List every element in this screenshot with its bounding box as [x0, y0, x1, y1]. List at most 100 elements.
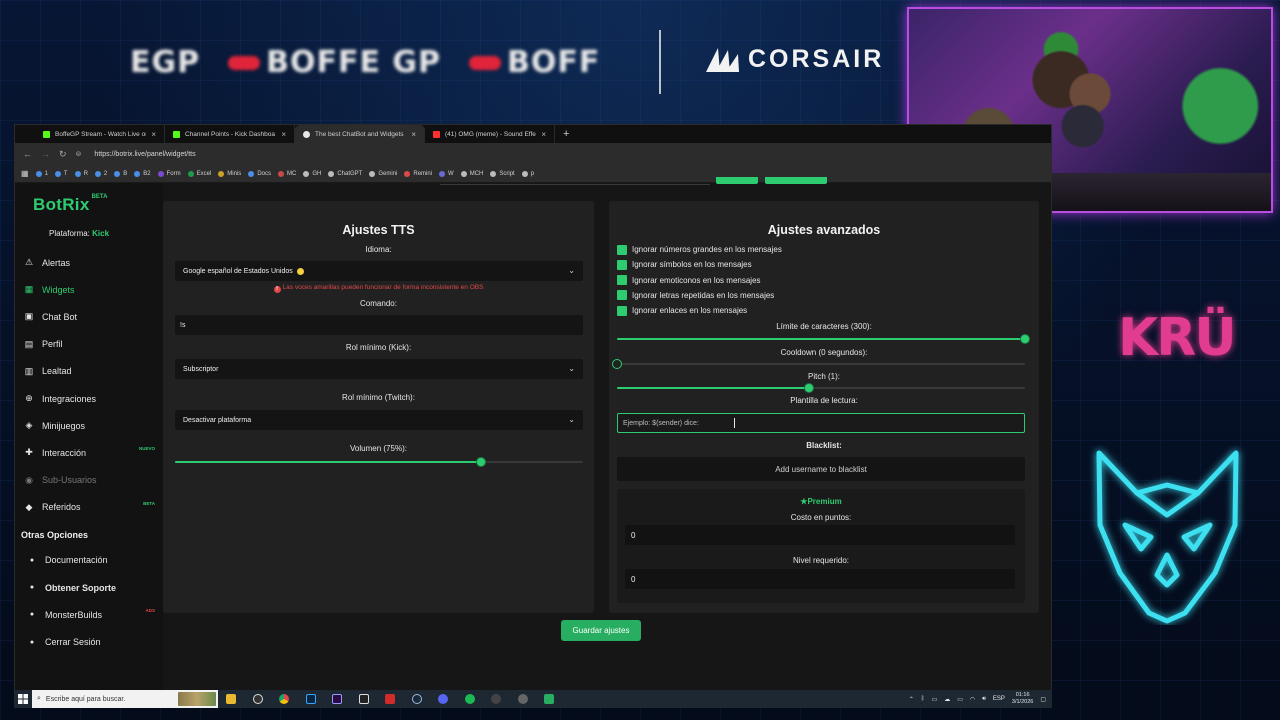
bookmark-item[interactable]: GH	[303, 170, 321, 177]
bookmark-item[interactable]: Docs	[248, 170, 271, 177]
volume-icon[interactable]: 🔊︎	[982, 696, 986, 703]
sidebar-item-lealtad[interactable]: ▥ Lealtad	[15, 358, 163, 385]
red-app-icon[interactable]	[377, 690, 404, 708]
windows-start-icon[interactable]	[14, 690, 32, 708]
taskbar-search[interactable]: ⌕ Escribe aquí para buscar.	[32, 690, 218, 708]
checkbox-checked-icon[interactable]	[617, 305, 627, 316]
ignore-option-checkbox[interactable]: Ignorar símbolos en los mensajes	[617, 259, 752, 270]
close-tab-icon[interactable]: ×	[541, 130, 546, 139]
browser-tab[interactable]: (41) OMG (meme) - Sound Effe ×	[425, 125, 555, 143]
sidebar-item-minijuegos[interactable]: ◈ Minijuegos	[15, 412, 163, 439]
slider-thumb[interactable]	[1020, 334, 1030, 344]
language-indicator[interactable]: ESP	[993, 696, 1005, 702]
top-green-button[interactable]	[716, 177, 758, 184]
bookmark-item[interactable]: Script	[490, 170, 515, 177]
bookmark-item[interactable]: MC	[277, 170, 296, 177]
sidebar-item-monsterbuilds[interactable]: ● MonsterBuilds ADS	[15, 601, 163, 628]
sidebar-item-integraciones[interactable]: ⊕ Integraciones	[15, 385, 163, 412]
premiere-icon[interactable]	[324, 690, 351, 708]
save-settings-button[interactable]: Guardar ajustes	[561, 620, 641, 641]
capcut-icon[interactable]	[351, 690, 378, 708]
cost-input[interactable]: 0	[625, 525, 1015, 545]
level-input[interactable]: 0	[625, 569, 1015, 589]
cooldown-slider[interactable]	[612, 359, 1025, 369]
checkbox-checked-icon[interactable]	[617, 275, 627, 286]
bookmark-item[interactable]: T	[54, 170, 68, 177]
template-input[interactable]: Ejemplo: $(sender) dice:	[617, 413, 1025, 433]
chrome-icon[interactable]	[271, 690, 298, 708]
sidebar-item-obtener-soporte[interactable]: ● Obtener Soporte	[15, 574, 163, 601]
sidebar-item-cerrar-sesion[interactable]: ● Cerrar Sesión	[15, 628, 163, 655]
close-tab-icon[interactable]: ×	[281, 130, 286, 139]
cloud-icon[interactable]: ☁	[944, 696, 950, 703]
photoshop-icon[interactable]	[298, 690, 325, 708]
wifi-icon[interactable]: ◠	[970, 696, 975, 703]
site-info-icon[interactable]: ⊜	[76, 150, 82, 158]
bookmark-item[interactable]: Gemini	[369, 170, 397, 177]
platform-indicator[interactable]: Plataforma: Kick	[49, 229, 109, 238]
app-icon[interactable]	[536, 690, 563, 708]
apps-grid-icon[interactable]: ▦	[21, 169, 29, 178]
network-icon[interactable]: ▭	[932, 696, 938, 703]
bookmark-item[interactable]: 1	[35, 170, 48, 177]
display-icon[interactable]: ▭	[957, 696, 963, 703]
bookmark-item[interactable]: p	[521, 170, 534, 177]
sidebar-item-documentacion[interactable]: ● Documentación	[15, 547, 163, 574]
ignore-option-checkbox[interactable]: Ignorar letras repetidas en los mensajes	[617, 290, 774, 301]
bookmark-item[interactable]: Form	[157, 170, 181, 177]
ignore-option-checkbox[interactable]: Ignorar enlaces en los mensajes	[617, 305, 747, 316]
command-input[interactable]: !s	[175, 315, 583, 335]
sidebar-item-widgets[interactable]: ▦ Widgets	[15, 276, 163, 303]
sidebar-item-perfil[interactable]: ▤ Perfil	[15, 331, 163, 358]
add-to-blacklist-button[interactable]: Add username to blacklist	[617, 457, 1025, 481]
bookmark-item[interactable]: Remini	[404, 170, 432, 177]
url-field[interactable]: https://botrix.live/panel/widget/tts	[94, 151, 195, 158]
bookmark-item[interactable]: 2	[94, 170, 107, 177]
sidebar-item-alertas[interactable]: ⚠ Alertas	[15, 249, 163, 276]
char-limit-slider[interactable]	[617, 334, 1030, 344]
close-tab-icon[interactable]: ×	[151, 130, 156, 139]
browser-tab[interactable]: Channel Points - Kick Dashboa ×	[165, 125, 295, 143]
twitch-role-select[interactable]: Desactivar plataforma ⌄	[175, 410, 583, 430]
slider-thumb[interactable]	[804, 383, 814, 393]
pitch-slider[interactable]	[617, 383, 1025, 393]
close-tab-icon[interactable]: ×	[411, 130, 416, 139]
file-explorer-icon[interactable]	[218, 690, 245, 708]
obs-icon[interactable]	[245, 690, 272, 708]
checkbox-checked-icon[interactable]	[617, 259, 627, 270]
back-arrow-icon[interactable]: ←	[23, 149, 32, 159]
kick-role-select[interactable]: Subscriptor ⌄	[175, 359, 583, 379]
browser-tab[interactable]: BoffeGP Stream - Watch Live on ×	[35, 125, 165, 143]
bookmark-item[interactable]: B	[114, 170, 127, 177]
ignore-option-checkbox[interactable]: Ignorar emoticonos en los mensajes	[617, 275, 761, 286]
ignore-option-checkbox[interactable]: Ignorar números grandes en los mensajes	[617, 244, 782, 255]
botrix-logo[interactable]: BotRix BETA	[33, 194, 107, 215]
sidebar-item-referidos[interactable]: ◆ Referidos BETA	[15, 494, 163, 521]
volume-slider[interactable]	[175, 457, 583, 467]
forward-arrow-icon[interactable]: →	[41, 149, 50, 159]
bookmark-item[interactable]: MCH	[460, 170, 483, 177]
reload-icon[interactable]: ↻	[59, 149, 67, 160]
slider-thumb[interactable]	[612, 359, 622, 369]
bookmark-item[interactable]: W	[439, 170, 454, 177]
bookmark-item[interactable]: ChatGPT	[328, 170, 362, 177]
bookmark-item[interactable]: Excel	[187, 170, 211, 177]
bookmark-item[interactable]: B2	[134, 170, 151, 177]
app-icon[interactable]	[510, 690, 537, 708]
checkbox-checked-icon[interactable]	[617, 290, 627, 301]
language-select[interactable]: Google español de Estados Unidos ⌄	[175, 261, 583, 281]
new-tab-button[interactable]: +	[555, 125, 577, 143]
bookmark-item[interactable]: R	[74, 170, 88, 177]
slider-thumb[interactable]	[476, 457, 486, 467]
bluetooth-icon[interactable]: ᛒ	[921, 696, 925, 702]
spotify-icon[interactable]	[457, 690, 484, 708]
browser-tab-active[interactable]: The best ChatBot and Widgets ×	[295, 125, 425, 143]
steam-icon[interactable]	[404, 690, 431, 708]
top-green-button[interactable]	[765, 177, 827, 184]
app-icon[interactable]	[483, 690, 510, 708]
sidebar-item-chat-bot[interactable]: ▣ Chat Bot	[15, 303, 163, 330]
discord-icon[interactable]	[430, 690, 457, 708]
checkbox-checked-icon[interactable]	[617, 244, 627, 255]
sidebar-item-interaccion[interactable]: ✚ Interacción NUEVO	[15, 439, 163, 466]
sidebar-item-sub-usuarios[interactable]: ◉ Sub-Usuarios	[15, 467, 163, 494]
